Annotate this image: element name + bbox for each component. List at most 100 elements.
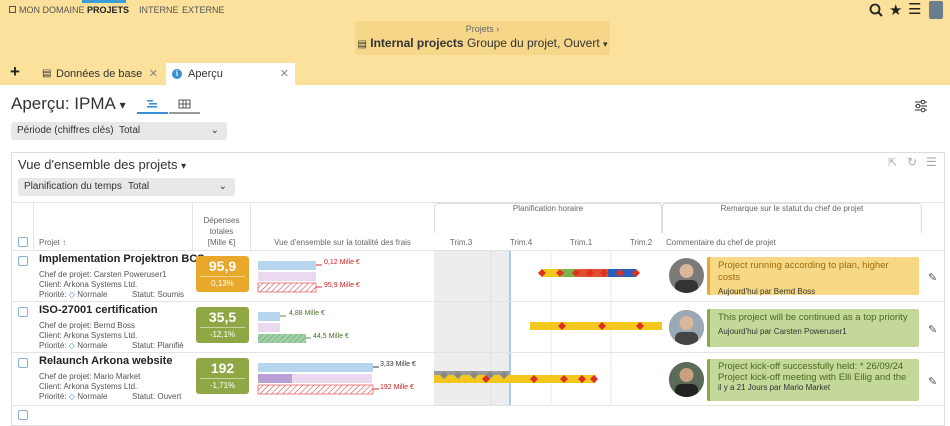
project-status: Statut: Ouvert [132, 392, 182, 401]
cost-label-total: 192 Mille € [380, 384, 414, 391]
quarter-label: Trim.4 [509, 238, 533, 247]
gantt-bar [530, 322, 662, 330]
period-value: Total [119, 125, 141, 136]
comment-card: This project will be continued as a top … [707, 309, 919, 347]
avatar[interactable] [929, 1, 943, 19]
footer-row [12, 405, 944, 406]
avatar [669, 362, 704, 397]
project-client: Client: Arkona Systems Ltd. [39, 331, 138, 340]
close-icon[interactable]: ✕ [149, 63, 158, 85]
project-status: Statut: Planifié [132, 341, 184, 350]
tab-overview[interactable]: i Aperçu ✕ [166, 63, 295, 85]
row-checkbox[interactable] [18, 307, 28, 317]
row-checkbox[interactable] [18, 358, 28, 368]
period-select[interactable]: Période (chiffres clés) Total ⌄ [11, 122, 227, 140]
column-overview[interactable]: Vue d'ensemble sur la totalité des frais [251, 238, 434, 247]
settings-sliders-icon[interactable] [914, 99, 928, 113]
table-header: Projet ↑ Dépenses totales [Mille €] Vue d'… [12, 202, 944, 251]
gantt-bar [434, 371, 598, 383]
cost-label-actual: 4,88 Mille € [289, 310, 325, 317]
top-bar: MON DOMAINE PROJETS INTERNE EXTERNE ★ ☰ … [0, 0, 950, 63]
nav-my-domain[interactable]: MON DOMAINE [19, 5, 85, 15]
comment-card: Project kick-off successfully held: * 26… [707, 359, 919, 401]
row-checkbox[interactable] [18, 256, 28, 266]
folder-icon: ▤ [357, 39, 367, 50]
quarter-label: Trim.1 [569, 238, 593, 247]
project-manager: Chef de projet: Carsten Poweruser1 [39, 270, 167, 279]
breadcrumb-title: Internal projects [370, 36, 464, 50]
comment-card: Project running according to plan, highe… [707, 257, 919, 296]
column-expenses[interactable]: Dépenses totales [Mille €] [193, 215, 250, 248]
folder-icon: ▤ [42, 68, 52, 79]
nav-internal[interactable]: INTERNE [139, 5, 179, 15]
settings-sliders-icon[interactable]: ☰ [926, 155, 937, 169]
column-timeplan: Planification horaire [512, 204, 584, 213]
domain-icon [9, 6, 16, 13]
quarter-label: Trim.3 [449, 238, 473, 247]
view-table-button[interactable] [169, 97, 200, 114]
select-all-checkbox[interactable] [18, 237, 28, 247]
breadcrumb[interactable]: Projets › ▤ Internal projects Groupe du … [355, 21, 610, 55]
project-name[interactable]: ISO-27001 certification [39, 304, 158, 316]
edit-icon[interactable]: ✎ [928, 375, 937, 388]
cost-label-actual: 3,33 Mille € [380, 361, 416, 368]
chevron-down-icon: ⌄ [210, 125, 219, 136]
edit-icon[interactable]: ✎ [928, 271, 937, 284]
chevron-down-icon: ▾ [603, 39, 608, 49]
gantt-icon [147, 100, 157, 108]
cost-label-total: 44,5 Mille € [313, 333, 349, 340]
chevron-down-icon: ▾ [181, 161, 187, 172]
panel-title[interactable]: Vue d'ensemble des projets ▾ [18, 157, 186, 172]
view-gantt-button[interactable] [137, 97, 168, 114]
search-icon[interactable] [869, 3, 883, 17]
column-project[interactable]: Projet ↑ [39, 238, 66, 247]
star-icon[interactable]: ★ [889, 1, 902, 19]
cost-label-total: 95,9 Mille € [324, 282, 360, 289]
project-name[interactable]: Implementation Projektron BCS [39, 253, 205, 265]
export-icon[interactable]: ⇱ [888, 156, 897, 169]
chevron-down-icon[interactable]: ▾ [120, 98, 126, 112]
gantt-bar [538, 269, 640, 277]
column-remark-group: Remarque sur le statut du chef de projet [720, 204, 864, 213]
avatar [669, 310, 704, 345]
nav-projects[interactable]: PROJETS [87, 5, 129, 15]
project-priority: Priorité: ◇ Normale [39, 341, 108, 350]
close-icon[interactable]: ✕ [280, 63, 289, 85]
add-tab-icon[interactable]: + [10, 62, 20, 82]
edit-icon[interactable]: ✎ [928, 323, 937, 336]
column-comment[interactable]: Commentaire du chef de projet [666, 238, 776, 247]
project-name[interactable]: Relaunch Arkona website [39, 355, 172, 367]
diamond-icon: ◇ [68, 341, 75, 350]
project-manager: Chef de projet: Mario Market [39, 372, 141, 381]
menu-icon[interactable]: ☰ [908, 0, 921, 18]
divider [33, 203, 34, 251]
breadcrumb-subtitle: Groupe du projet, Ouvert [466, 36, 600, 50]
kpi-badge: 192 -1,71% [196, 358, 249, 394]
table-icon [178, 99, 191, 109]
project-priority: Priorité: ◇ Normale [39, 290, 108, 299]
timeplan-label: Planification du temps [24, 181, 122, 192]
refresh-icon[interactable]: ↻ [907, 155, 917, 169]
tab-label: Données de base [56, 68, 143, 80]
avatar [669, 258, 704, 293]
nav-external[interactable]: EXTERNE [182, 5, 225, 15]
info-icon: i [172, 69, 182, 79]
kpi-badge: 95,9 0,13% [196, 256, 249, 292]
row-checkbox[interactable] [18, 410, 28, 420]
chevron-right-icon: › [496, 24, 500, 34]
tab-base-data[interactable]: ▤ Données de base ✕ [34, 63, 164, 85]
tab-bar: + ▤ Données de base ✕ i Aperçu ✕ [0, 62, 950, 85]
quarter-label: Trim.2 [629, 238, 653, 247]
breadcrumb-parent[interactable]: Projets [466, 24, 494, 34]
project-manager: Chef de projet: Bernd Boss [39, 321, 136, 330]
diamond-icon: ◇ [68, 290, 75, 299]
chevron-down-icon: ⌄ [218, 181, 227, 192]
kpi-badge: 35,5 -12,1% [196, 307, 249, 343]
page-title: Aperçu: IPMA ▾ [11, 94, 126, 113]
main-area: Aperçu: IPMA ▾ Période (chiffres clés) T… [0, 85, 950, 426]
project-client: Client: Arkona Systems Ltd. [39, 382, 138, 391]
nav-active-indicator [82, 0, 126, 3]
cost-bars [258, 312, 311, 343]
timeplan-select[interactable]: Planification du temps Total ⌄ [18, 178, 235, 196]
timeplan-value: Total [128, 181, 150, 192]
